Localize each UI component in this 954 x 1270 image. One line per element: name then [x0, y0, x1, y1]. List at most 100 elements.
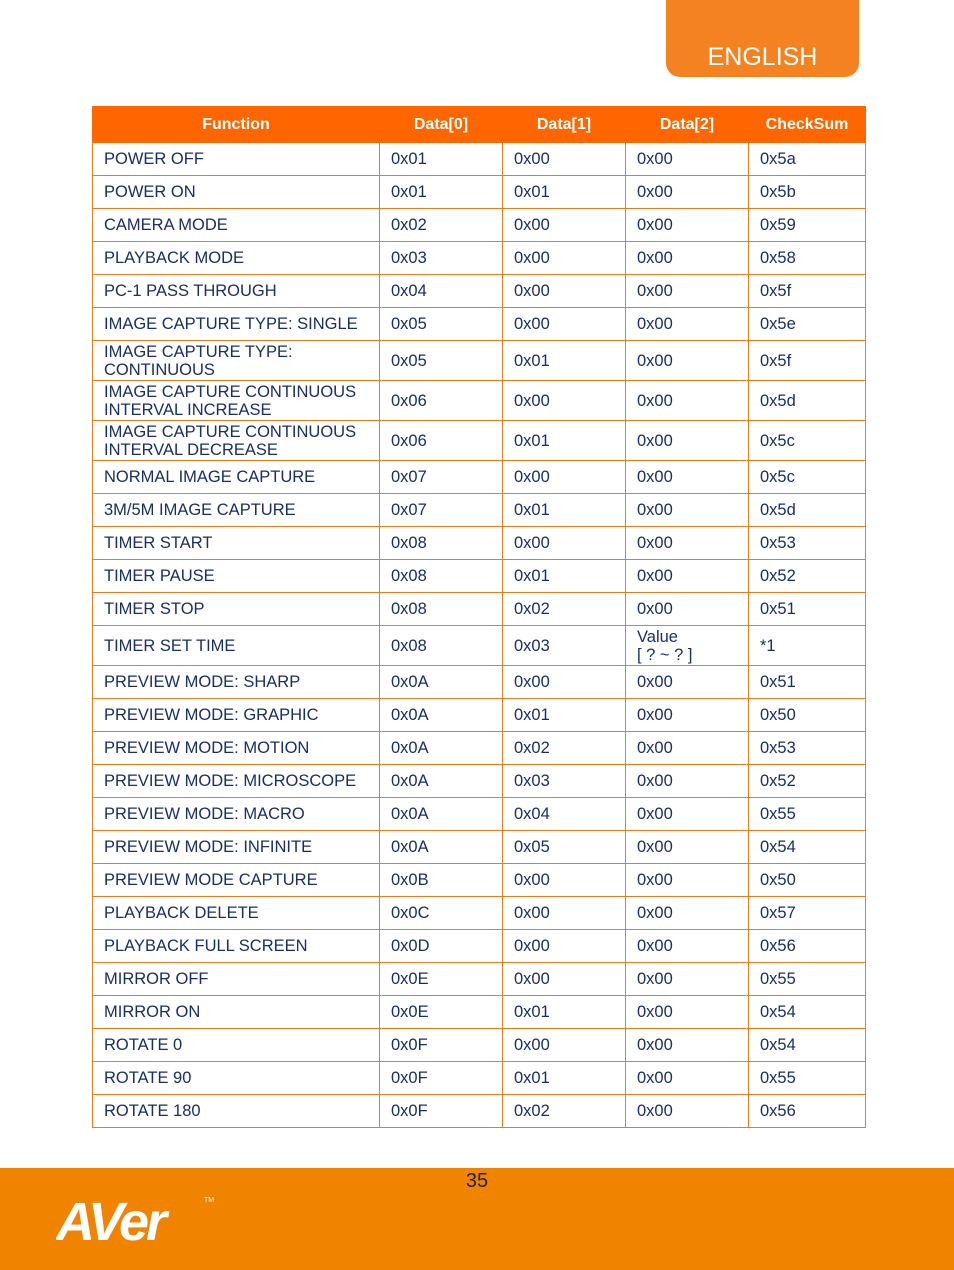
cell-function: TIMER START: [92, 526, 380, 560]
cell-function: PLAYBACK DELETE: [92, 896, 380, 930]
cell-data0: 0x0A: [379, 764, 503, 798]
cell-function: POWER ON: [92, 175, 380, 209]
table-row: TIMER SET TIME 0x08 0x03 Value[ ? ~ ? ] *1: [92, 625, 866, 666]
cell-data2: 0x00: [625, 559, 749, 593]
table-body: POWER OFF 0x01 0x00 0x00 0x5a POWER ON 0x01 0x0…: [92, 142, 866, 1128]
table-row: PLAYBACK FULL SCREEN 0x0D 0x00 0x00 0x56: [92, 929, 866, 963]
cell-checksum: 0x57: [748, 896, 866, 930]
cell-data0: 0x0C: [379, 896, 503, 930]
cell-checksum: 0x56: [748, 929, 866, 963]
cell-function: PLAYBACK FULL SCREEN: [92, 929, 380, 963]
table-row: IMAGE CAPTURE TYPE: SINGLE 0x05 0x00 0x00 0x…: [92, 307, 866, 341]
cell-function: 3M/5M IMAGE CAPTURE: [92, 493, 380, 527]
table-row: PREVIEW MODE: SHARP 0x0A 0x00 0x00 0x51: [92, 665, 866, 699]
logo-wordmark: AVer: [56, 1192, 170, 1250]
cell-data1: 0x01: [502, 493, 626, 527]
cell-checksum: 0x50: [748, 698, 866, 732]
cell-function: ROTATE 0: [92, 1028, 380, 1062]
cell-data2: 0x00: [625, 380, 749, 421]
cell-data0: 0x0F: [379, 1028, 503, 1062]
cell-function: POWER OFF: [92, 142, 380, 176]
cell-checksum: 0x5c: [748, 420, 866, 461]
table-row: POWER ON 0x01 0x01 0x00 0x5b: [92, 175, 866, 209]
cell-checksum: 0x54: [748, 830, 866, 864]
cell-data2: 0x00: [625, 1061, 749, 1095]
cell-data1: 0x00: [502, 307, 626, 341]
cell-function: PREVIEW MODE: GRAPHIC: [92, 698, 380, 732]
cell-function: TIMER PAUSE: [92, 559, 380, 593]
table-row: TIMER START 0x08 0x00 0x00 0x53: [92, 526, 866, 560]
cell-data1: 0x01: [502, 995, 626, 1029]
language-label: ENGLISH: [707, 43, 818, 71]
cell-function: IMAGE CAPTURE CONTINUOUS INTERVAL INCREA…: [92, 380, 380, 421]
cell-data1: 0x01: [502, 559, 626, 593]
cell-data0: 0x0F: [379, 1061, 503, 1095]
cell-data0: 0x0A: [379, 731, 503, 765]
cell-data0: 0x0B: [379, 863, 503, 897]
command-table: Function Data[0] Data[1] Data[2] CheckSu…: [92, 106, 866, 1128]
cell-checksum: 0x51: [748, 592, 866, 626]
cell-data1: 0x01: [502, 698, 626, 732]
column-header-data0: Data[0]: [379, 106, 503, 143]
cell-function: PLAYBACK MODE: [92, 241, 380, 275]
cell-data2: 0x00: [625, 1094, 749, 1128]
cell-data1: 0x00: [502, 274, 626, 308]
cell-data1: 0x00: [502, 460, 626, 494]
table-row: IMAGE CAPTURE TYPE: CONTINUOUS 0x05 0x01 0x…: [92, 340, 866, 381]
table-row: PC-1 PASS THROUGH 0x04 0x00 0x00 0x5f: [92, 274, 866, 308]
cell-function: PREVIEW MODE: MACRO: [92, 797, 380, 831]
cell-checksum: 0x5d: [748, 493, 866, 527]
cell-data2: 0x00: [625, 665, 749, 699]
cell-data2: Value[ ? ~ ? ]: [625, 625, 749, 666]
cell-data1: 0x00: [502, 665, 626, 699]
cell-data0: 0x0A: [379, 797, 503, 831]
cell-data1: 0x00: [502, 1028, 626, 1062]
cell-data1: 0x02: [502, 731, 626, 765]
cell-data1: 0x01: [502, 420, 626, 461]
cell-data0: 0x0F: [379, 1094, 503, 1128]
cell-function: PREVIEW MODE CAPTURE: [92, 863, 380, 897]
table-row: PLAYBACK DELETE 0x0C 0x00 0x00 0x57: [92, 896, 866, 930]
cell-data0: 0x05: [379, 307, 503, 341]
cell-data2: 0x00: [625, 764, 749, 798]
cell-data1: 0x00: [502, 208, 626, 242]
cell-checksum: 0x5a: [748, 142, 866, 176]
cell-function: NORMAL IMAGE CAPTURE: [92, 460, 380, 494]
cell-data0: 0x06: [379, 420, 503, 461]
cell-checksum: 0x54: [748, 1028, 866, 1062]
cell-data0: 0x02: [379, 208, 503, 242]
cell-data2: 0x00: [625, 526, 749, 560]
cell-function: ROTATE 180: [92, 1094, 380, 1128]
cell-data0: 0x08: [379, 526, 503, 560]
cell-data2: 0x00: [625, 863, 749, 897]
table-row: MIRROR ON 0x0E 0x01 0x00 0x54: [92, 995, 866, 1029]
table-row: TIMER STOP 0x08 0x02 0x00 0x51: [92, 592, 866, 626]
cell-data1: 0x02: [502, 1094, 626, 1128]
cell-checksum: 0x5b: [748, 175, 866, 209]
table-row: PREVIEW MODE: MOTION 0x0A 0x02 0x00 0x53: [92, 731, 866, 765]
cell-data0: 0x06: [379, 380, 503, 421]
column-header-data2: Data[2]: [625, 106, 749, 143]
cell-data1: 0x03: [502, 764, 626, 798]
table-row: PREVIEW MODE: INFINITE 0x0A 0x05 0x00 0x54: [92, 830, 866, 864]
cell-data0: 0x0A: [379, 698, 503, 732]
column-header-function: Function: [92, 106, 380, 143]
cell-data1: 0x00: [502, 241, 626, 275]
table-row: MIRROR OFF 0x0E 0x00 0x00 0x55: [92, 962, 866, 996]
cell-data1: 0x00: [502, 929, 626, 963]
cell-function: MIRROR OFF: [92, 962, 380, 996]
cell-data2: 0x00: [625, 1028, 749, 1062]
cell-data1: 0x03: [502, 625, 626, 666]
cell-data1: 0x04: [502, 797, 626, 831]
cell-data1: 0x00: [502, 863, 626, 897]
cell-checksum: 0x58: [748, 241, 866, 275]
cell-data2: 0x00: [625, 830, 749, 864]
cell-function: IMAGE CAPTURE TYPE: SINGLE: [92, 307, 380, 341]
cell-data2: 0x00: [625, 460, 749, 494]
cell-data2: 0x00: [625, 929, 749, 963]
cell-data1: 0x00: [502, 526, 626, 560]
trademark-mark: TM: [204, 1197, 214, 1204]
cell-data0: 0x01: [379, 142, 503, 176]
cell-data1: 0x01: [502, 340, 626, 381]
table-row: NORMAL IMAGE CAPTURE 0x07 0x00 0x00 0x5c: [92, 460, 866, 494]
